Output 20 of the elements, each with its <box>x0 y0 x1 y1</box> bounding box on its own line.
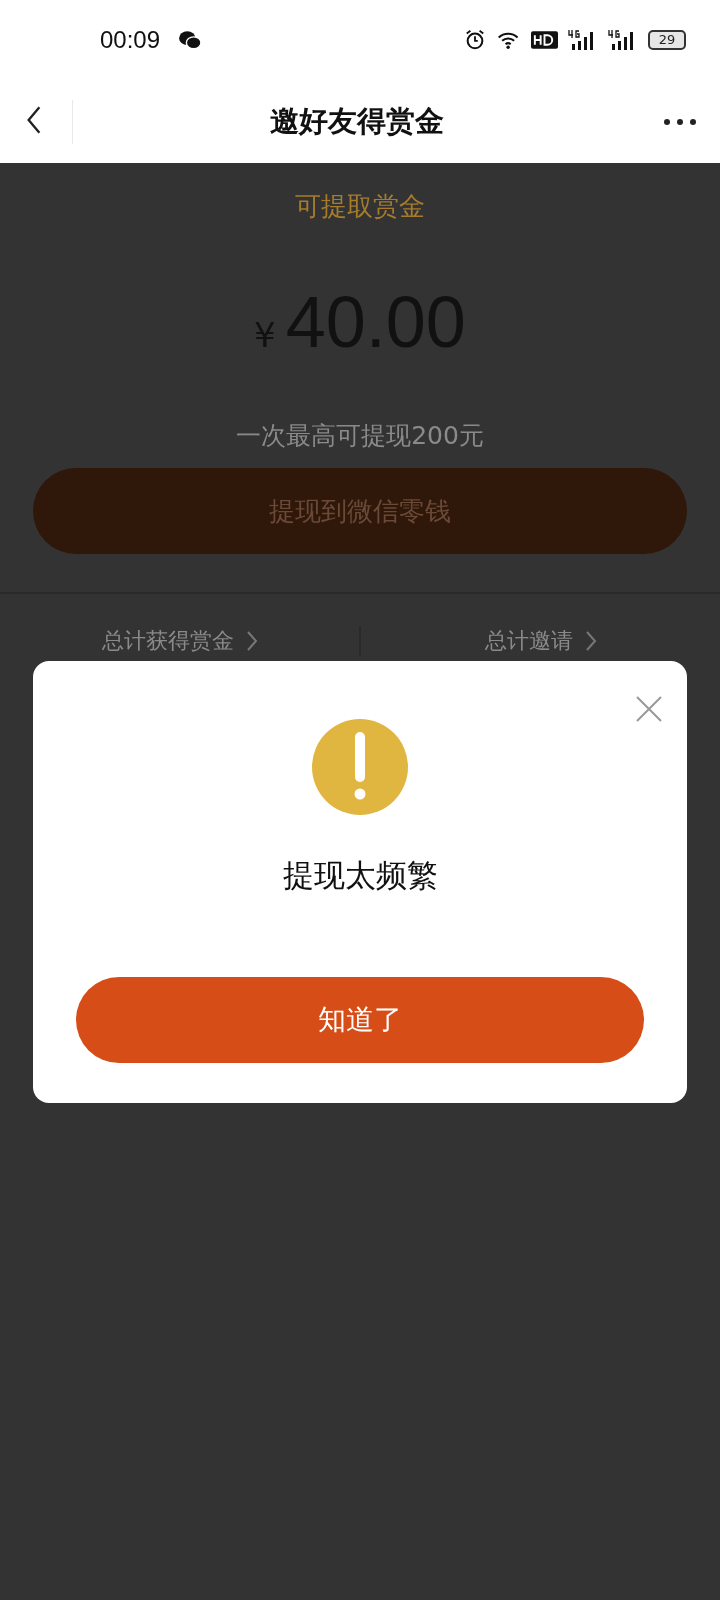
close-icon <box>635 695 663 723</box>
chevron-left-icon <box>26 105 42 135</box>
ok-button[interactable]: 知道了 <box>76 977 644 1063</box>
more-icon <box>663 118 697 126</box>
currency-symbol: ¥ <box>254 315 276 355</box>
page-title: 邀好友得赏金 <box>268 102 445 140</box>
withdraw-button[interactable]: 提现到微信零钱 <box>33 468 687 554</box>
chevron-right-icon <box>584 630 597 652</box>
stat-link[interactable]: 总计邀请 <box>484 626 597 656</box>
battery-indicator: 29 <box>648 30 686 50</box>
stat-link[interactable]: 总计获得赏金 <box>101 626 258 656</box>
hd-icon <box>531 30 558 50</box>
chevron-right-icon <box>245 630 258 652</box>
status-time: 00:09 <box>100 26 161 54</box>
withdraw-limit-note: 一次最高可提现200元 <box>236 420 484 452</box>
dialog-message: 提现太频繁 <box>282 856 438 895</box>
close-button[interactable] <box>635 695 663 723</box>
chat-bubbles-icon <box>178 30 203 50</box>
reward-label: 可提取赏金 <box>295 190 425 223</box>
warning-icon <box>312 719 408 815</box>
